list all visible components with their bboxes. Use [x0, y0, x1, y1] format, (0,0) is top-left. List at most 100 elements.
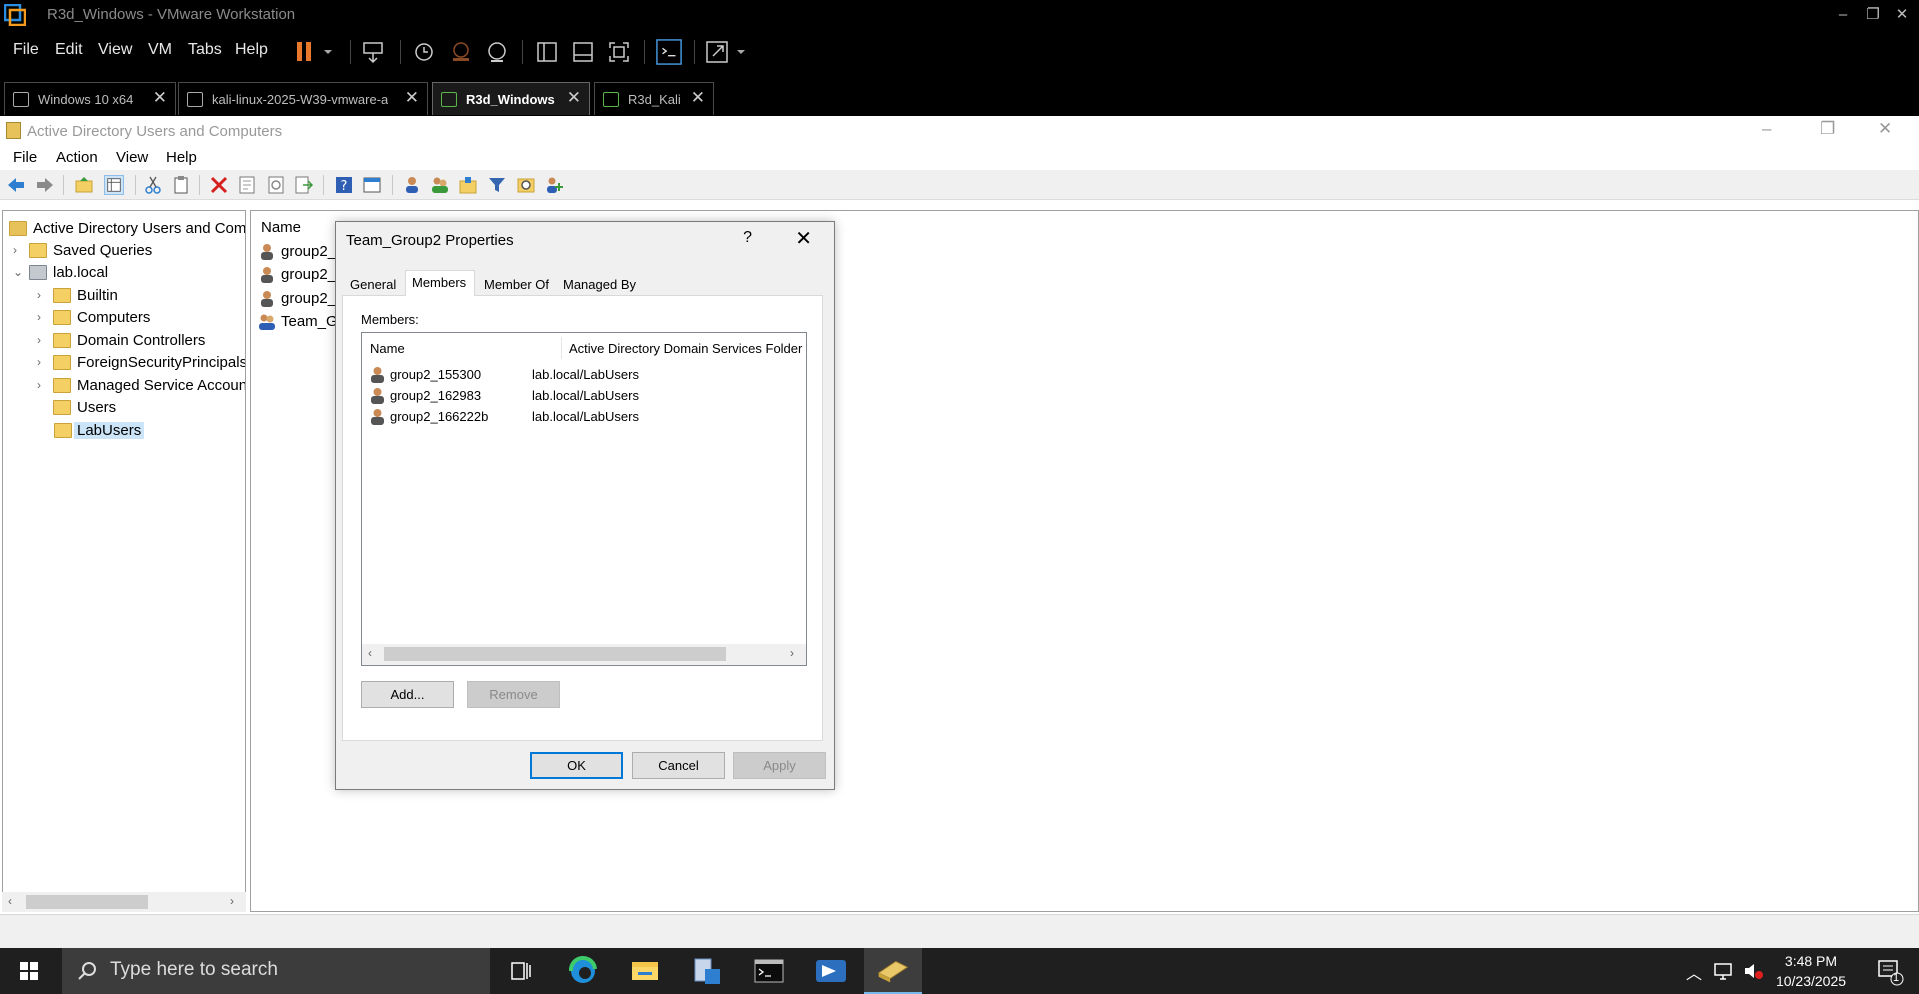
tab-kali-linux[interactable]: kali-linux-2025-W39-vmware-a... ✕: [178, 82, 428, 115]
menu-help[interactable]: Help: [235, 41, 268, 59]
new-ou-icon[interactable]: [458, 175, 478, 195]
tree-horizontal-scrollbar[interactable]: ‹ ›: [2, 892, 246, 912]
menu-view[interactable]: View: [116, 149, 148, 166]
tree-item-labusers[interactable]: LabUsers: [37, 421, 245, 442]
close-icon[interactable]: ✕: [405, 88, 419, 108]
ok-button[interactable]: OK: [530, 752, 623, 779]
menu-vm[interactable]: VM: [148, 41, 172, 59]
show-console-tree-icon[interactable]: [104, 175, 124, 195]
command-prompt-icon[interactable]: [740, 948, 798, 994]
chevron-right-icon[interactable]: ›: [13, 243, 25, 257]
column-header-name[interactable]: Name: [261, 219, 301, 236]
tab-r3d-kali[interactable]: R3d_Kali ✕: [594, 82, 714, 115]
tab-general[interactable]: General: [344, 273, 406, 295]
cut-icon[interactable]: [143, 175, 163, 195]
menu-view[interactable]: View: [98, 41, 132, 59]
menu-help[interactable]: Help: [166, 149, 197, 166]
members-listview[interactable]: Name Active Directory Domain Services Fo…: [361, 332, 807, 666]
thumbnail-bar-icon[interactable]: [570, 39, 596, 65]
chevron-right-icon[interactable]: ›: [37, 355, 49, 369]
powershell-icon[interactable]: [802, 948, 860, 994]
member-row[interactable]: group2_162983 lab.local/LabUsers: [370, 386, 800, 406]
forward-arrow-icon[interactable]: [35, 175, 55, 195]
menu-file[interactable]: File: [13, 41, 39, 59]
add-button[interactable]: Add...: [361, 681, 454, 708]
taskbar-search-input[interactable]: Type here to search: [62, 948, 490, 994]
tree-item-lab-local[interactable]: ⌄ lab.local: [13, 263, 245, 284]
snapshot-icon[interactable]: [411, 39, 437, 65]
properties-icon[interactable]: [237, 175, 257, 195]
new-user-icon[interactable]: [402, 175, 422, 195]
stretch-guest-icon[interactable]: [705, 39, 749, 65]
new-group-icon[interactable]: [430, 175, 450, 195]
cancel-button[interactable]: Cancel: [632, 752, 725, 779]
filter-icon[interactable]: [487, 175, 507, 195]
apply-button[interactable]: Apply: [733, 752, 826, 779]
chevron-right-icon[interactable]: ›: [37, 378, 49, 392]
tree-item-domain-controllers[interactable]: › Domain Controllers: [37, 331, 245, 352]
help-icon[interactable]: ?: [334, 175, 354, 195]
members-horizontal-scrollbar[interactable]: ‹ ›: [362, 644, 806, 665]
pause-icon[interactable]: [296, 39, 336, 65]
close-icon[interactable]: ✕: [795, 226, 812, 251]
up-folder-icon[interactable]: [74, 175, 94, 195]
column-header-folder[interactable]: Active Directory Domain Services Folder: [569, 341, 802, 356]
refresh-icon[interactable]: [266, 175, 286, 195]
chevron-up-icon[interactable]: ︿: [1686, 960, 1702, 984]
tree-item-managed-service-accounts[interactable]: › Managed Service Accoun: [37, 376, 245, 397]
close-icon[interactable]: ✕: [567, 88, 581, 108]
server-manager-icon[interactable]: [678, 948, 736, 994]
column-header-name[interactable]: Name: [370, 341, 405, 356]
scroll-left-icon[interactable]: ‹: [8, 894, 12, 908]
ad-users-computers-taskbar-icon[interactable]: [864, 948, 922, 994]
close-icon[interactable]: ✕: [1891, 4, 1913, 26]
volume-muted-icon[interactable]: [1742, 960, 1764, 982]
export-list-icon[interactable]: [294, 175, 314, 195]
menu-edit[interactable]: Edit: [55, 41, 83, 59]
paste-icon[interactable]: [171, 175, 191, 195]
close-icon[interactable]: ✕: [691, 88, 705, 108]
scroll-left-icon[interactable]: ‹: [368, 646, 372, 660]
clock-date[interactable]: 10/23/2025: [1766, 973, 1856, 989]
tree-root[interactable]: Active Directory Users and Comp: [9, 219, 245, 240]
console-view-icon[interactable]: [655, 39, 683, 65]
tree-item-saved-queries[interactable]: › Saved Queries: [13, 241, 245, 262]
show-action-pane-icon[interactable]: [362, 175, 382, 195]
show-library-icon[interactable]: [534, 39, 560, 65]
help-icon[interactable]: ?: [743, 229, 752, 247]
delete-icon[interactable]: [209, 175, 229, 195]
chevron-right-icon[interactable]: ›: [37, 310, 49, 324]
scroll-right-icon[interactable]: ›: [790, 646, 794, 660]
tab-members[interactable]: Members: [405, 270, 475, 296]
tab-windows-10-x64[interactable]: Windows 10 x64 ✕: [4, 82, 176, 115]
restore-icon[interactable]: ❐: [1862, 4, 1884, 26]
notification-center-icon[interactable]: [1876, 958, 1904, 986]
chevron-down-icon[interactable]: ⌄: [13, 265, 25, 279]
tree-item-foreign-security-principals[interactable]: › ForeignSecurityPrincipals: [37, 353, 245, 374]
menu-file[interactable]: File: [13, 149, 37, 166]
minimize-icon[interactable]: –: [1832, 4, 1854, 26]
task-view-icon[interactable]: [492, 948, 550, 994]
restore-icon[interactable]: ❐: [1820, 119, 1835, 139]
scroll-right-icon[interactable]: ›: [230, 894, 234, 908]
member-row[interactable]: group2_166222b lab.local/LabUsers: [370, 407, 800, 427]
add-to-group-icon[interactable]: [545, 175, 565, 195]
remove-button[interactable]: Remove: [467, 681, 560, 708]
revert-snapshot-icon[interactable]: [448, 39, 474, 65]
menu-action[interactable]: Action: [56, 149, 98, 166]
close-icon[interactable]: ✕: [1878, 119, 1892, 139]
minimize-icon[interactable]: –: [1762, 119, 1771, 139]
tab-r3d-windows[interactable]: R3d_Windows ✕: [432, 82, 590, 115]
tab-member-of[interactable]: Member Of: [478, 273, 558, 295]
tree-item-builtin[interactable]: › Builtin: [37, 286, 245, 307]
close-icon[interactable]: ✕: [153, 88, 167, 108]
tree-item-users[interactable]: Users: [37, 398, 245, 419]
tab-managed-by[interactable]: Managed By: [557, 273, 645, 295]
edge-browser-icon[interactable]: [554, 948, 612, 994]
chevron-right-icon[interactable]: ›: [37, 288, 49, 302]
menu-tabs[interactable]: Tabs: [188, 41, 222, 59]
chevron-right-icon[interactable]: ›: [37, 333, 49, 347]
tree-item-computers[interactable]: › Computers: [37, 308, 245, 329]
member-row[interactable]: group2_155300 lab.local/LabUsers: [370, 365, 800, 385]
scroll-thumb[interactable]: [26, 895, 148, 909]
